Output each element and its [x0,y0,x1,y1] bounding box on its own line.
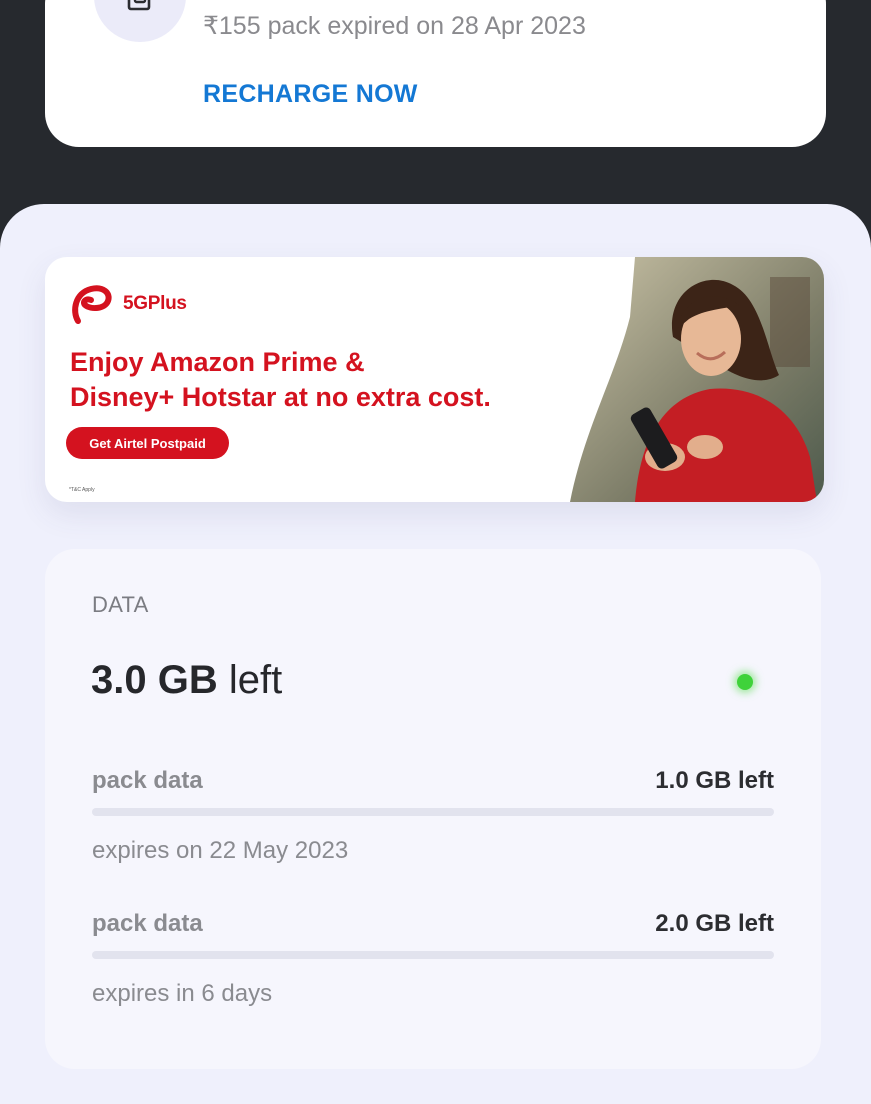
pack-name: pack data [92,767,203,794]
expired-pack-card: ₹155 pack expired on 28 Apr 2023 RECHARG… [45,0,826,147]
pack-usage-bar [92,951,774,959]
data-balance-card: DATA 3.0 GB left pack data 1.0 GB left e… [45,549,821,1069]
total-data-left: 3.0 GB left [91,658,282,703]
terms-note: *T&C Apply [69,487,95,493]
active-status-dot [737,674,753,690]
pack-expiry: expires in 6 days [92,980,273,1007]
total-data-suffix: left [217,658,283,702]
promo-headline-line1: Enjoy Amazon Prime & [70,347,365,377]
promo-headline: Enjoy Amazon Prime & Disney+ Hotstar at … [70,345,491,415]
total-data-amount: 3.0 GB [91,658,218,702]
sim-card-icon [127,0,151,11]
section-title: DATA [92,592,149,617]
pack-data-left: 1.0 GB left [655,767,774,794]
pack-expiry: expires on 22 May 2023 [92,837,349,864]
airtel-logo-icon [72,285,112,324]
pack-name: pack data [92,910,203,937]
get-airtel-postpaid-button[interactable]: Get Airtel Postpaid [66,427,229,459]
promo-photo [570,257,824,502]
expired-pack-text: ₹155 pack expired on 28 Apr 2023 [203,12,586,40]
recharge-now-button[interactable]: RECHARGE NOW [203,80,418,109]
sim-icon-badge [94,0,186,42]
promo-headline-line2: Disney+ Hotstar at no extra cost. [70,382,491,412]
brand-name: 5GPlus [123,293,187,314]
brand-logo: 5GPlus [69,281,187,327]
promo-banner[interactable]: 5GPlus Enjoy Amazon Prime & Disney+ Hots… [45,257,824,502]
pack-usage-bar [92,808,774,816]
pack-data-left: 2.0 GB left [655,910,774,937]
